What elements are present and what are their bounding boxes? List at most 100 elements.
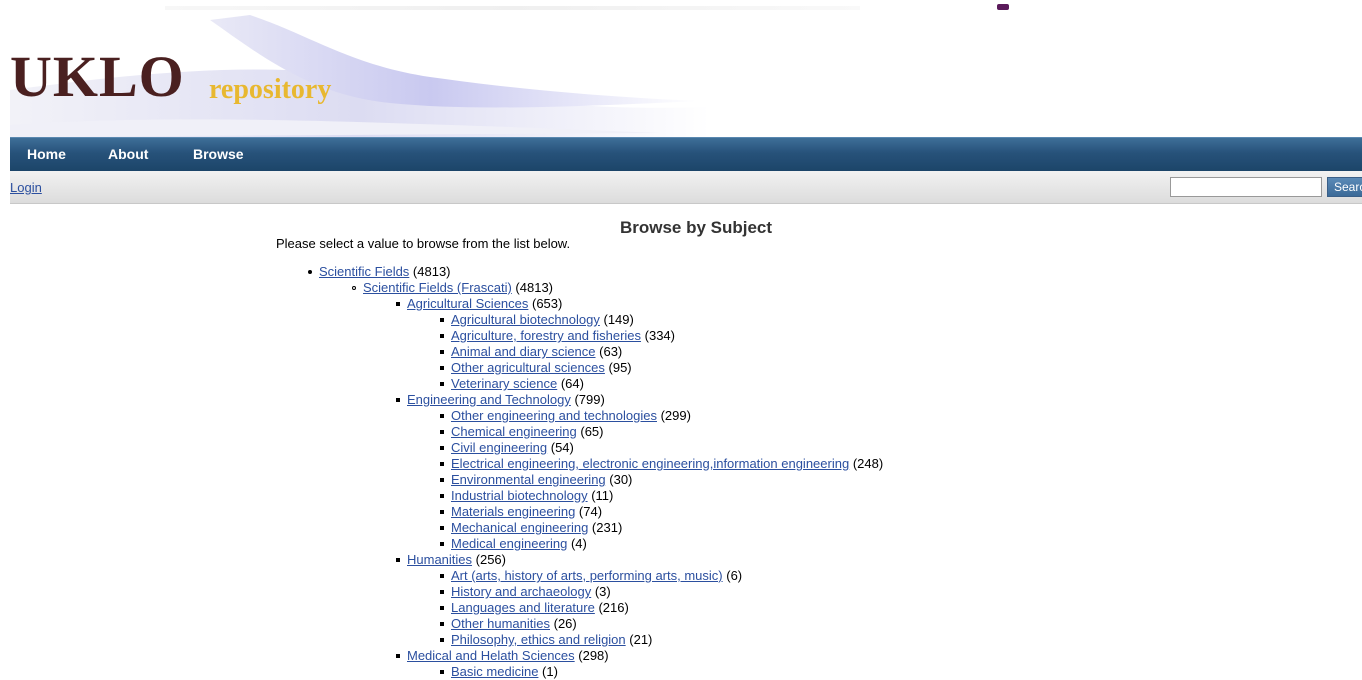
subject-count: (6) <box>722 568 743 583</box>
subject-tree: Scientific Fields (4813) Scientific Field… <box>0 264 1362 680</box>
subject-link[interactable]: Medical engineering <box>451 536 567 551</box>
subject-link[interactable]: Scientific Fields (Frascati) <box>363 280 512 295</box>
subject-count: (653) <box>528 296 563 311</box>
subject-count: (799) <box>570 392 605 407</box>
subject-link[interactable]: Agricultural biotechnology <box>451 312 600 327</box>
logo-main-text: UKLO <box>10 44 185 109</box>
login-bar: Login Search <box>10 171 1362 204</box>
list-bullet <box>440 526 444 530</box>
list-bullet <box>440 430 444 434</box>
nav-browse-link[interactable]: Browse <box>193 146 244 162</box>
list-bullet <box>440 350 444 354</box>
subject-link[interactable]: Environmental engineering <box>451 472 606 487</box>
subject-count: (26) <box>550 616 577 631</box>
list-bullet <box>396 398 400 402</box>
subject-link[interactable]: Other agricultural sciences <box>451 360 605 375</box>
subject-count: (95) <box>604 360 632 375</box>
subject-list-item: Scientific Fields (Frascati) (4813) <box>0 280 1362 296</box>
list-bullet <box>440 462 444 466</box>
subject-list-item: Medical and Helath Sciences (298) <box>0 648 1362 664</box>
list-bullet <box>440 574 444 578</box>
list-bullet <box>440 542 444 546</box>
list-bullet <box>440 638 444 642</box>
subject-link[interactable]: Civil engineering <box>451 440 547 455</box>
subject-count: (216) <box>594 600 629 615</box>
list-bullet <box>396 654 400 658</box>
list-bullet <box>440 382 444 386</box>
subject-list-item: History and archaeology (3) <box>0 584 1362 600</box>
subject-link[interactable]: Chemical engineering <box>451 424 577 439</box>
subject-link[interactable]: Engineering and Technology <box>407 392 571 407</box>
subject-count: (54) <box>547 440 574 455</box>
subject-link[interactable]: Industrial biotechnology <box>451 488 588 503</box>
subject-list-item: Industrial biotechnology (11) <box>0 488 1362 504</box>
subject-list-item: Civil engineering (54) <box>0 440 1362 456</box>
list-bullet <box>440 366 444 370</box>
subject-link[interactable]: Agricultural Sciences <box>407 296 528 311</box>
subject-count: (149) <box>599 312 634 327</box>
list-bullet <box>440 318 444 322</box>
search-input[interactable] <box>1170 177 1322 197</box>
site-banner: UKLO repository <box>10 15 1362 137</box>
subject-list-item: Other engineering and technologies (299) <box>0 408 1362 424</box>
subject-link[interactable]: Agriculture, forestry and fisheries <box>451 328 641 343</box>
subject-link[interactable]: Materials engineering <box>451 504 575 519</box>
subject-count: (30) <box>605 472 633 487</box>
search-button[interactable]: Search <box>1327 177 1362 197</box>
list-bullet <box>440 670 444 674</box>
subject-link[interactable]: Other engineering and technologies <box>451 408 657 423</box>
logo-sub-text: repository <box>209 74 332 105</box>
subject-list-item: Chemical engineering (65) <box>0 424 1362 440</box>
nav-about-link[interactable]: About <box>108 146 148 162</box>
subject-list-item: Veterinary science (64) <box>0 376 1362 392</box>
subject-list-item: Mechanical engineering (231) <box>0 520 1362 536</box>
subject-list-item: Agricultural Sciences (653) <box>0 296 1362 312</box>
subject-link[interactable]: Humanities <box>407 552 472 567</box>
subject-link[interactable]: Electrical engineering, electronic engin… <box>451 456 849 471</box>
subject-count: (4) <box>567 536 587 551</box>
subject-list-item: Humanities (256) <box>0 552 1362 568</box>
subject-count: (334) <box>641 328 675 343</box>
subject-link[interactable]: Languages and literature <box>451 600 595 615</box>
subject-list-item: Philosophy, ethics and religion (21) <box>0 632 1362 648</box>
list-bullet <box>440 414 444 418</box>
subject-list-item: Animal and diary science (63) <box>0 344 1362 360</box>
subject-list-item: Materials engineering (74) <box>0 504 1362 520</box>
subject-link[interactable]: Mechanical engineering <box>451 520 588 535</box>
subject-count: (65) <box>576 424 604 439</box>
intro-text: Please select a value to browse from the… <box>276 236 571 251</box>
main-nav: Home About Browse <box>10 137 1362 171</box>
subject-link[interactable]: Philosophy, ethics and religion <box>451 632 626 647</box>
subject-list-item: Engineering and Technology (799) <box>0 392 1362 408</box>
subject-list-item: Other agricultural sciences (95) <box>0 360 1362 376</box>
subject-link[interactable]: Scientific Fields <box>319 264 409 279</box>
list-bullet <box>308 270 312 274</box>
subject-list-item: Medical engineering (4) <box>0 536 1362 552</box>
subject-list-item: Other humanities (26) <box>0 616 1362 632</box>
subject-link[interactable]: Basic medicine <box>451 664 538 679</box>
subject-count: (231) <box>588 520 623 535</box>
list-bullet <box>440 446 444 450</box>
subject-list-item: Agriculture, forestry and fisheries (334… <box>0 328 1362 344</box>
subject-count: (299) <box>656 408 691 423</box>
list-bullet <box>440 478 444 482</box>
nav-home-link[interactable]: Home <box>27 146 66 162</box>
subject-list-item: Agricultural biotechnology (149) <box>0 312 1362 328</box>
subject-link[interactable]: Animal and diary science <box>451 344 596 359</box>
subject-link[interactable]: Art (arts, history of arts, performing a… <box>451 568 723 583</box>
list-bullet <box>440 334 444 338</box>
subject-link[interactable]: Medical and Helath Sciences <box>407 648 575 663</box>
subject-link[interactable]: History and archaeology <box>451 584 591 599</box>
list-bullet <box>440 590 444 594</box>
subject-count: (21) <box>625 632 653 647</box>
page-title: Browse by Subject <box>619 218 773 237</box>
list-bullet <box>396 302 400 306</box>
login-link[interactable]: Login <box>10 180 42 195</box>
subject-link[interactable]: Veterinary science <box>451 376 557 391</box>
subject-link[interactable]: Other humanities <box>451 616 550 631</box>
subject-list-item: Environmental engineering (30) <box>0 472 1362 488</box>
subject-count: (298) <box>574 648 609 663</box>
subject-list-item: Basic medicine (1) <box>0 664 1362 680</box>
list-bullet <box>440 622 444 626</box>
subject-count: (63) <box>595 344 623 359</box>
